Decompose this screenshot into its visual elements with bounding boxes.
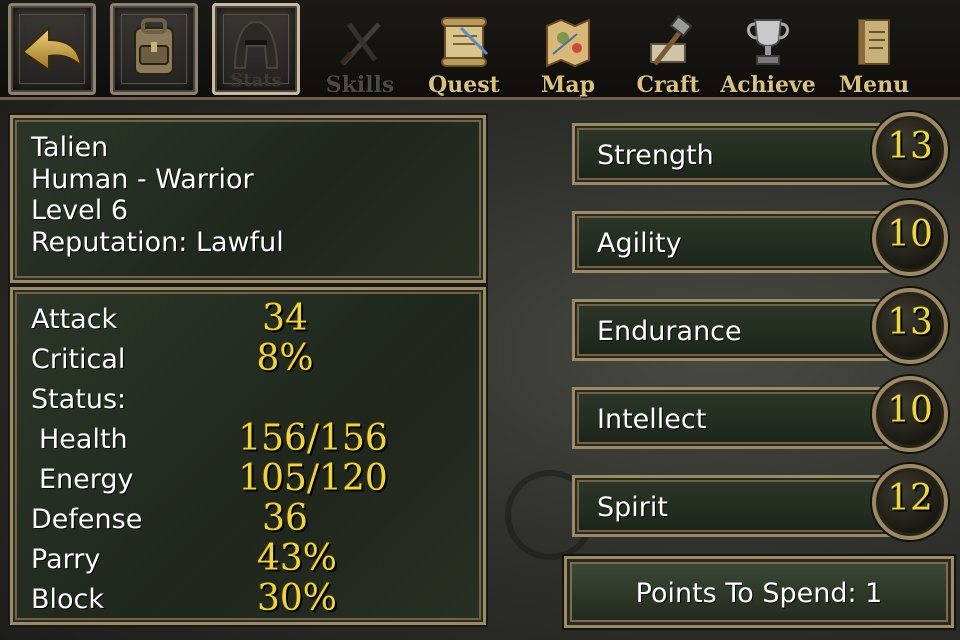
- skills-label: Skills: [325, 72, 395, 98]
- attribute-label: Agility: [597, 228, 682, 259]
- menu-tab[interactable]: Menu: [824, 10, 924, 98]
- hammer-icon: [650, 14, 693, 66]
- skills-tab[interactable]: Skills: [310, 10, 410, 98]
- craft-label: Craft: [636, 72, 700, 98]
- attribute-value: 12: [887, 478, 933, 519]
- stat-value: 156/156: [238, 418, 388, 459]
- attribute-value: 13: [887, 126, 933, 167]
- attribute-value: 10: [887, 214, 933, 255]
- quest-tab[interactable]: Quest: [414, 10, 514, 98]
- achieve-label: Achieve: [720, 72, 816, 98]
- stat-label: Parry: [31, 544, 101, 575]
- back-arrow-icon: [21, 25, 83, 72]
- stat-label: Health: [39, 424, 128, 455]
- achieve-tab[interactable]: Achieve: [718, 10, 818, 98]
- scroll-icon: [441, 17, 489, 67]
- map-label: Map: [541, 72, 595, 98]
- points-to-spend-button[interactable]: Points To Spend: 1: [564, 556, 954, 628]
- top-toolbar: Stats Skills Quest Map Craft Achieve Men…: [0, 0, 960, 100]
- attribute-label: Spirit: [597, 492, 668, 523]
- character-info-panel: Talien Human - Warrior Level 6 Reputatio…: [10, 115, 486, 283]
- stat-label: Attack: [31, 304, 118, 335]
- stat-label: Critical: [31, 344, 126, 375]
- quest-label: Quest: [428, 72, 500, 98]
- stat-value: 43%: [256, 538, 337, 579]
- attribute-value: 13: [887, 302, 933, 343]
- attribute-endurance-value: 13: [872, 288, 948, 364]
- stats-button-label: Stats: [230, 70, 282, 91]
- stat-value: 34: [262, 298, 308, 339]
- attribute-strength-button[interactable]: Strength: [572, 123, 910, 185]
- craft-tab[interactable]: Craft: [618, 10, 718, 98]
- attribute-strength-value: 13: [872, 112, 948, 188]
- stat-label: Block: [31, 584, 105, 615]
- stat-value: 30%: [256, 578, 337, 619]
- points-to-spend-label: Points To Spend: 1: [635, 578, 883, 609]
- character-name: Talien: [31, 132, 109, 163]
- back-button[interactable]: [8, 3, 96, 95]
- character-level: Level 6: [31, 195, 129, 226]
- backpack-icon: [134, 18, 174, 75]
- attribute-label: Strength: [597, 140, 714, 171]
- map-tab[interactable]: Map: [518, 10, 618, 98]
- crossed-swords-icon: [339, 22, 381, 66]
- character-class: Human - Warrior: [31, 163, 254, 195]
- attribute-label: Endurance: [597, 316, 742, 347]
- stat-value: 36: [262, 498, 308, 539]
- trophy-icon: [747, 19, 789, 65]
- stat-label: Status:: [31, 384, 127, 415]
- map-icon: [546, 18, 590, 68]
- combat-stats-panel: Attack 34 Critical 8% Status: Health 156…: [10, 287, 486, 625]
- menu-label: Menu: [838, 72, 910, 98]
- inventory-button[interactable]: [110, 3, 198, 95]
- attribute-intellect-value: 10: [872, 376, 948, 452]
- attribute-endurance-button[interactable]: Endurance: [572, 299, 910, 361]
- stat-value: 105/120: [238, 458, 388, 499]
- attribute-label: Intellect: [597, 404, 707, 435]
- attribute-agility-value: 10: [872, 200, 948, 276]
- attribute-agility-button[interactable]: Agility: [572, 211, 910, 273]
- book-icon: [858, 19, 890, 65]
- attribute-spirit-value: 12: [872, 464, 948, 540]
- attribute-value: 10: [887, 390, 933, 431]
- stat-critical: Critical 8%: [31, 338, 471, 384]
- stat-block: Block 30%: [31, 578, 471, 624]
- stat-label: Defense: [31, 504, 143, 535]
- stats-button[interactable]: Stats: [212, 3, 300, 95]
- attribute-intellect-button[interactable]: Intellect: [572, 387, 910, 449]
- attribute-spirit-button[interactable]: Spirit: [572, 475, 910, 537]
- stat-label: Energy: [39, 464, 134, 495]
- character-reputation: Reputation: Lawful: [31, 226, 284, 258]
- stat-value: 8%: [256, 338, 314, 379]
